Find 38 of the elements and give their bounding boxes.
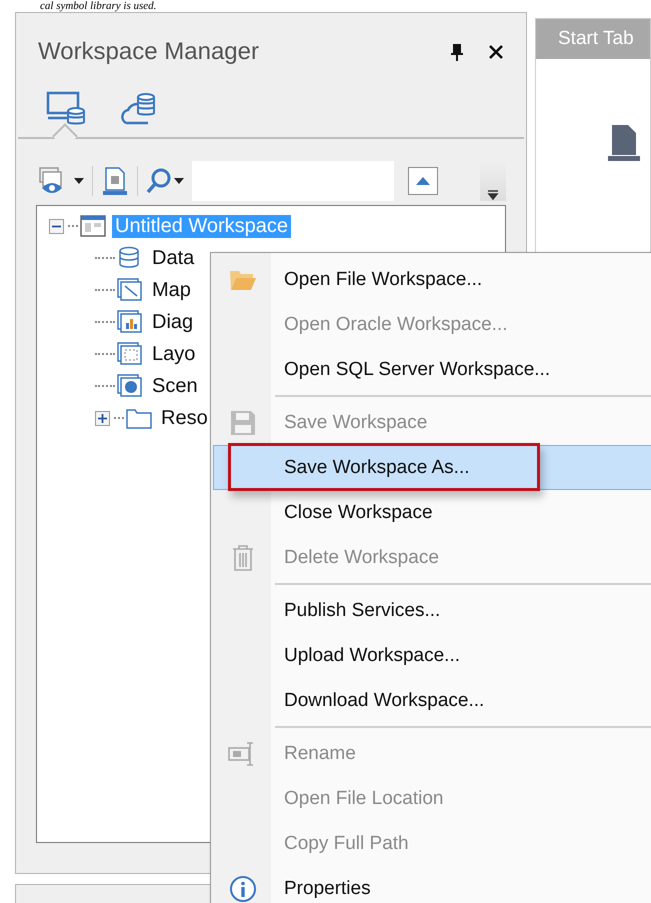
tree-item[interactable]: Diag: [149, 310, 196, 334]
chart-icon: [117, 310, 143, 334]
close-icon[interactable]: [488, 44, 504, 60]
cloud-database-icon: [118, 91, 158, 125]
caption-text: cal symbol library is used.: [40, 0, 158, 12]
tree-item[interactable]: Data: [149, 246, 198, 270]
expand-toggle[interactable]: [95, 410, 110, 426]
tree-item[interactable]: Reso: [158, 406, 211, 430]
menu-item[interactable]: Publish Services...: [213, 588, 651, 633]
menu-item[interactable]: Download Workspace...: [213, 678, 651, 723]
menu-item[interactable]: Open File Workspace...: [213, 257, 651, 302]
pin-icon[interactable]: [450, 43, 464, 61]
caret-icon: [174, 178, 184, 184]
document-icon: [608, 125, 640, 161]
menu-item[interactable]: Close Workspace: [213, 490, 651, 535]
scroll-up-button[interactable]: [408, 167, 438, 195]
overflow-icon: [487, 189, 499, 201]
workspace-icon: [80, 214, 106, 238]
save-icon: [230, 410, 256, 436]
menu-item[interactable]: Save Workspace As...: [213, 445, 651, 490]
globe-icon: [117, 374, 143, 398]
search-icon: [146, 167, 172, 195]
caret-icon: [74, 178, 84, 184]
menu-item[interactable]: Upload Workspace...: [213, 633, 651, 678]
tree-item[interactable]: Map: [149, 278, 194, 302]
collapse-toggle[interactable]: [49, 218, 64, 234]
trash-icon: [231, 544, 255, 572]
menu-item[interactable]: Properties: [213, 866, 651, 903]
up-arrow-icon: [416, 177, 430, 185]
menu-item[interactable]: Open SQL Server Workspace...: [213, 347, 651, 392]
tree-item[interactable]: Scen: [149, 374, 201, 398]
layout-icon: [117, 342, 143, 366]
document-icon: [101, 166, 129, 196]
panel-title: Workspace Manager: [38, 38, 260, 66]
tree-item[interactable]: Layo: [149, 342, 198, 366]
computer-database-icon: [46, 91, 86, 125]
map-icon: [117, 278, 143, 302]
plus-icon: [98, 414, 107, 422]
